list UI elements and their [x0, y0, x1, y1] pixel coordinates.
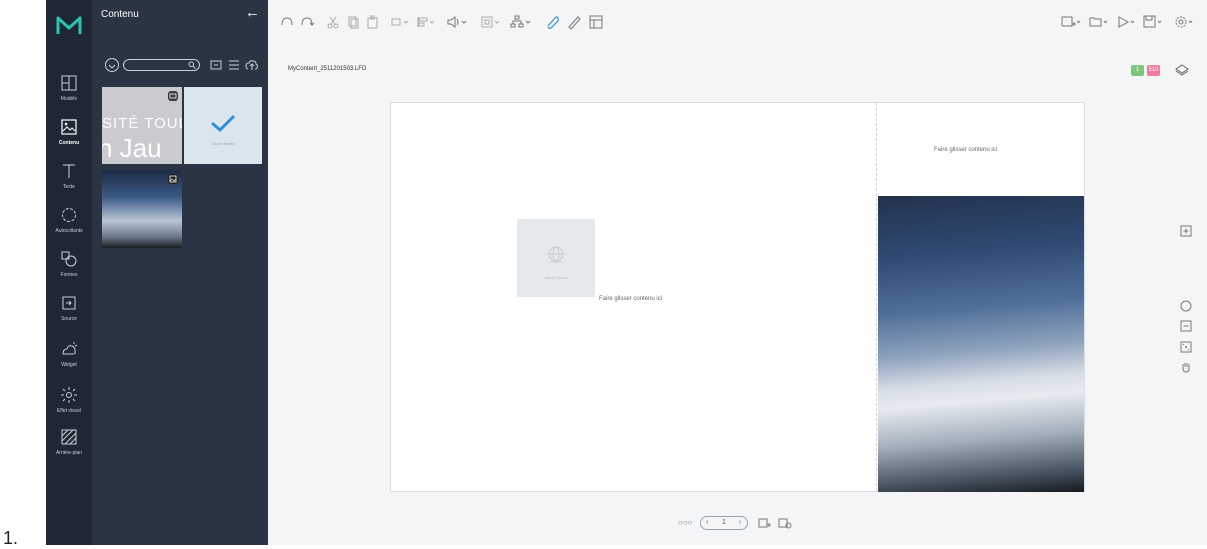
zoom-in-icon[interactable] [1180, 225, 1192, 237]
link-icon[interactable] [544, 14, 560, 30]
sidebar-item-contenu[interactable]: Contenu [46, 114, 92, 158]
sticker-icon [62, 208, 76, 222]
app-logo-icon [56, 16, 82, 34]
design-canvas[interactable]: Saved Media Faire glisser contenu ici Fa… [390, 102, 1085, 492]
text-icon [63, 164, 75, 178]
thumbnail-text: SITÉ TOUL [102, 115, 182, 132]
hand-pan-icon[interactable] [1180, 361, 1192, 373]
content-zone[interactable]: Faire glisser contenu ici [878, 103, 1084, 196]
sidebar-item-texte[interactable]: Texte [46, 158, 92, 202]
sidebar-item-label: Source [61, 316, 77, 322]
fit-screen-icon[interactable] [1180, 341, 1192, 353]
save-icon[interactable] [1142, 14, 1164, 30]
next-page-button[interactable]: › [739, 519, 741, 526]
pages-overview-icon[interactable]: ○○○ [678, 518, 693, 527]
search-input[interactable] [123, 59, 200, 71]
main-toolbar [268, 10, 1207, 40]
sidebar-item-widget[interactable]: Widget [46, 336, 92, 380]
ruler-icon[interactable] [566, 14, 582, 30]
duplicate-page-icon[interactable] [778, 516, 792, 530]
media-thumbnail-selected[interactable]: Saved Media [184, 87, 262, 164]
image-badge-icon [168, 174, 178, 184]
thumbnail-tag: Saved Media [211, 141, 235, 146]
list-view-icon[interactable] [227, 58, 241, 72]
thumbnail-text: n Jau [102, 133, 162, 163]
drop-hint-text: Faire glisser contenu ici [934, 147, 998, 153]
arrange-icon[interactable] [390, 14, 412, 30]
size-badge: 510 [1147, 65, 1160, 76]
source-icon [62, 296, 76, 310]
layout-icon [61, 75, 77, 91]
new-page-icon[interactable] [1060, 14, 1082, 30]
sidebar-rail: Modèle Contenu Texte Autocollants Formes… [46, 0, 92, 545]
placeholder-tag: Saved Media [544, 275, 568, 280]
sidebar-item-label: Widget [61, 362, 77, 368]
zoom-slider-handle-icon[interactable] [1180, 300, 1192, 312]
panel-title: Contenu [101, 9, 139, 20]
chevron-down-icon[interactable] [105, 58, 119, 72]
panel-toolbar [105, 58, 265, 72]
undo-icon[interactable] [280, 14, 294, 30]
sidebar-item-label: Arrière-plan [55, 450, 83, 456]
align-icon[interactable] [416, 14, 438, 30]
paste-icon[interactable] [366, 14, 380, 30]
add-page-icon[interactable] [758, 516, 772, 530]
media-thumbnail[interactable] [102, 170, 182, 248]
video-badge-icon [168, 91, 178, 101]
prev-page-button[interactable]: ‹ [706, 519, 708, 526]
hierarchy-icon[interactable] [510, 14, 534, 30]
sidebar-item-label: Contenu [58, 140, 80, 146]
settings-icon[interactable] [1174, 14, 1196, 30]
page-navigator: ‹ 1 › [700, 516, 748, 530]
saved-media-placeholder[interactable]: Saved Media [517, 219, 595, 297]
content-panel: Contenu ← SITÉ TOUL n Jau Saved Media [92, 0, 268, 545]
document-filename: MyContent_2511201503.LFD [288, 66, 367, 72]
checkmark-icon [211, 114, 236, 133]
page-count-badge: 1 [1131, 65, 1144, 76]
audio-icon[interactable] [446, 14, 470, 30]
open-folder-icon[interactable] [1088, 14, 1110, 30]
zoom-out-icon[interactable] [1180, 320, 1192, 332]
shapes-icon [61, 251, 77, 267]
sidebar-item-label: Autocollants [55, 228, 83, 234]
folder-icon[interactable] [209, 58, 223, 72]
image-icon [61, 119, 77, 135]
back-arrow-icon[interactable]: ← [245, 4, 260, 21]
list-number: 1. [3, 528, 19, 548]
sidebar-item-autocollants[interactable]: Autocollants [46, 202, 92, 246]
sidebar-item-label: Modèle [60, 96, 78, 102]
sidebar-item-label: Texte [63, 184, 75, 190]
weather-icon [62, 342, 78, 355]
copy-icon[interactable] [346, 14, 360, 30]
effect-icon [61, 387, 77, 403]
drop-hint-text: Faire glisser contenu ici [599, 296, 663, 302]
cut-icon[interactable] [326, 14, 340, 30]
sky-photo[interactable] [878, 196, 1084, 492]
sidebar-item-label: Formes [60, 272, 78, 278]
grid-icon[interactable] [588, 14, 604, 30]
sidebar-item-formes[interactable]: Formes [46, 246, 92, 290]
sidebar-item-source[interactable]: Source [46, 290, 92, 334]
sidebar-item-modele[interactable]: Modèle [46, 70, 92, 114]
resize-icon[interactable] [480, 14, 502, 30]
content-zone[interactable]: Saved Media Faire glisser contenu ici [391, 103, 877, 491]
background-icon [61, 429, 77, 445]
sidebar-item-effet-visuel[interactable]: Effet visuel [46, 382, 92, 426]
sidebar-item-arriere-plan[interactable]: Arrière-plan [46, 424, 92, 468]
upload-icon[interactable] [245, 58, 259, 72]
search-icon [188, 61, 196, 69]
page-number: 1 [722, 519, 726, 526]
globe-icon [548, 246, 564, 263]
redo-icon[interactable] [300, 14, 314, 30]
media-thumbnail[interactable]: SITÉ TOUL n Jau [102, 87, 182, 164]
play-icon[interactable] [1116, 14, 1138, 30]
layers-icon[interactable] [1175, 63, 1189, 77]
sidebar-item-label: Effet visuel [56, 408, 82, 414]
